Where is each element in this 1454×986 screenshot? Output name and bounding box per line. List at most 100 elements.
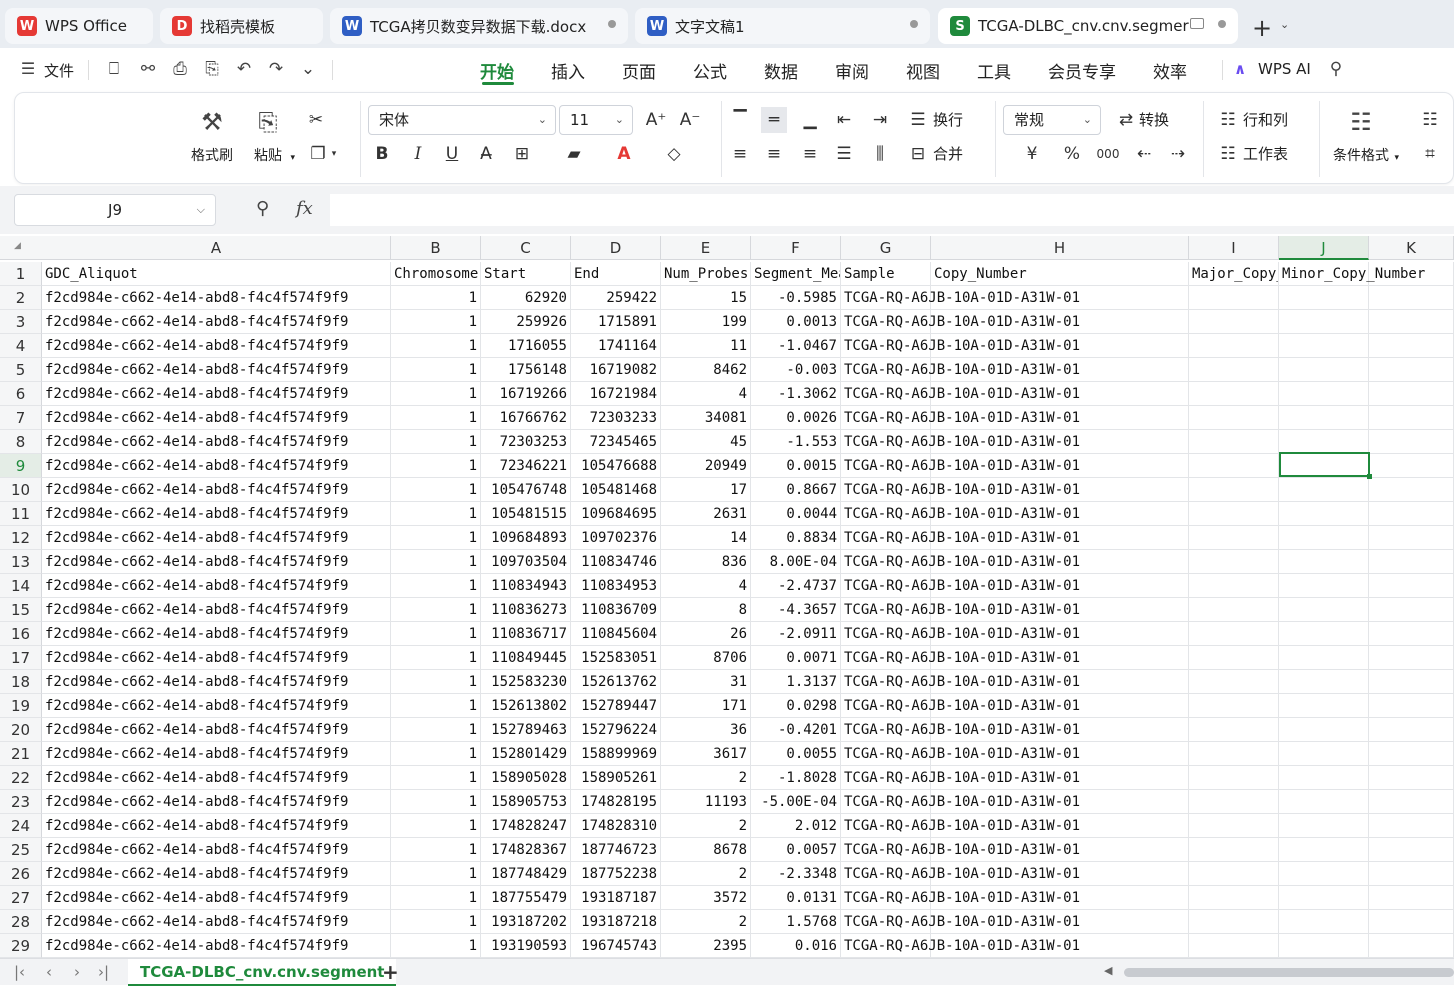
- cell-A16[interactable]: f2cd984e-c662-4e14-abd8-f4c4f574f9f9: [42, 622, 391, 646]
- cell-J18[interactable]: [1279, 670, 1369, 694]
- cell-F5[interactable]: -0.003: [751, 358, 841, 382]
- row-header[interactable]: 27: [0, 886, 42, 910]
- cell-B16[interactable]: 1: [391, 622, 481, 646]
- cell-A13[interactable]: f2cd984e-c662-4e14-abd8-f4c4f574f9f9: [42, 550, 391, 574]
- cell-B17[interactable]: 1: [391, 646, 481, 670]
- cell-K3[interactable]: [1369, 310, 1454, 334]
- cell-D21[interactable]: 158899969: [571, 742, 661, 766]
- cell-J20[interactable]: [1279, 718, 1369, 742]
- cell-D25[interactable]: 187746723: [571, 838, 661, 862]
- cell-F29[interactable]: 0.016: [751, 934, 841, 958]
- cell-K29[interactable]: [1369, 934, 1454, 958]
- cell-A22[interactable]: f2cd984e-c662-4e14-abd8-f4c4f574f9f9: [42, 766, 391, 790]
- cell-B24[interactable]: 1: [391, 814, 481, 838]
- cell-F8[interactable]: -1.553: [751, 430, 841, 454]
- cell-F15[interactable]: -4.3657: [751, 598, 841, 622]
- cell-E12[interactable]: 14: [661, 526, 751, 550]
- cell-C19[interactable]: 152613802: [481, 694, 571, 718]
- cell-D7[interactable]: 72303233: [571, 406, 661, 430]
- cell-E19[interactable]: 171: [661, 694, 751, 718]
- increase-indent-icon[interactable]: ⇥: [867, 107, 893, 133]
- cell-K15[interactable]: [1369, 598, 1454, 622]
- cell-G4[interactable]: TCGA-RQ-A6JB-10A-01D-A31W-01: [841, 334, 1080, 358]
- cell-B2[interactable]: 1: [391, 286, 481, 310]
- cell-K10[interactable]: [1369, 478, 1454, 502]
- cell-B29[interactable]: 1: [391, 934, 481, 958]
- cell-A1[interactable]: GDC_Aliquot: [42, 262, 391, 286]
- cell-K26[interactable]: [1369, 862, 1454, 886]
- cell-E16[interactable]: 26: [661, 622, 751, 646]
- cell-G5[interactable]: TCGA-RQ-A6JB-10A-01D-A31W-01: [841, 358, 1080, 382]
- column-header-G[interactable]: G: [841, 236, 931, 260]
- cell-G28[interactable]: TCGA-RQ-A6JB-10A-01D-A31W-01: [841, 910, 1080, 934]
- cell-C14[interactable]: 110834943: [481, 574, 571, 598]
- cell-D24[interactable]: 174828310: [571, 814, 661, 838]
- column-header-E[interactable]: E: [661, 236, 751, 260]
- cell-K25[interactable]: [1369, 838, 1454, 862]
- column-header-F[interactable]: F: [751, 236, 841, 260]
- cell-B6[interactable]: 1: [391, 382, 481, 406]
- cell-C9[interactable]: 72346221: [481, 454, 571, 478]
- cell-I16[interactable]: [1189, 622, 1279, 646]
- cell-E23[interactable]: 11193: [661, 790, 751, 814]
- cell-I1[interactable]: Major_Copy_Number: [1189, 262, 1279, 286]
- menu-9[interactable]: 效率: [1153, 58, 1187, 83]
- cell-J12[interactable]: [1279, 526, 1369, 550]
- cell-I4[interactable]: [1189, 334, 1279, 358]
- cell-C7[interactable]: 16766762: [481, 406, 571, 430]
- cell-I18[interactable]: [1189, 670, 1279, 694]
- menu-6[interactable]: 视图: [906, 58, 940, 83]
- cell-K1[interactable]: [1369, 262, 1454, 286]
- cell-A21[interactable]: f2cd984e-c662-4e14-abd8-f4c4f574f9f9: [42, 742, 391, 766]
- cell-F14[interactable]: -2.4737: [751, 574, 841, 598]
- italic-icon[interactable]: I: [405, 141, 431, 167]
- cell-C16[interactable]: 110836717: [481, 622, 571, 646]
- cell-F19[interactable]: 0.0298: [751, 694, 841, 718]
- cell-E8[interactable]: 45: [661, 430, 751, 454]
- cell-D2[interactable]: 259422: [571, 286, 661, 310]
- bold-icon[interactable]: B: [369, 141, 395, 167]
- cell-J28[interactable]: [1279, 910, 1369, 934]
- cell-B4[interactable]: 1: [391, 334, 481, 358]
- cell-D8[interactable]: 72345465: [571, 430, 661, 454]
- fill-color-icon[interactable]: ▰: [561, 141, 587, 167]
- cell-C28[interactable]: 193187202: [481, 910, 571, 934]
- cell-B9[interactable]: 1: [391, 454, 481, 478]
- cell-I19[interactable]: [1189, 694, 1279, 718]
- font-name-select[interactable]: 宋体 ⌄: [368, 105, 556, 135]
- cell-F18[interactable]: 1.3137: [751, 670, 841, 694]
- cell-F10[interactable]: 0.8667: [751, 478, 841, 502]
- cell-F4[interactable]: -1.0467: [751, 334, 841, 358]
- cell-K19[interactable]: [1369, 694, 1454, 718]
- add-sheet-icon[interactable]: +: [382, 960, 399, 984]
- row-header[interactable]: 19: [0, 694, 42, 718]
- menu-3[interactable]: 公式: [693, 58, 727, 83]
- convert-button[interactable]: 转换: [1139, 109, 1169, 130]
- row-header[interactable]: 15: [0, 598, 42, 622]
- cell-K17[interactable]: [1369, 646, 1454, 670]
- cell-G23[interactable]: TCGA-RQ-A6JB-10A-01D-A31W-01: [841, 790, 1080, 814]
- underline-icon[interactable]: U: [439, 141, 465, 167]
- cell-E25[interactable]: 8678: [661, 838, 751, 862]
- cell-C10[interactable]: 105476748: [481, 478, 571, 502]
- wrap-text-button[interactable]: 换行: [933, 109, 963, 130]
- cell-J29[interactable]: [1279, 934, 1369, 958]
- decrease-decimal-icon[interactable]: ⇢: [1165, 141, 1191, 167]
- cell-K21[interactable]: [1369, 742, 1454, 766]
- more-icon[interactable]: ⌄: [298, 59, 318, 79]
- cell-B23[interactable]: 1: [391, 790, 481, 814]
- close-tab-icon[interactable]: [608, 20, 616, 28]
- cell-C26[interactable]: 187748429: [481, 862, 571, 886]
- cell-J24[interactable]: [1279, 814, 1369, 838]
- cell-K7[interactable]: [1369, 406, 1454, 430]
- cell-C18[interactable]: 152583230: [481, 670, 571, 694]
- fx-icon[interactable]: fx: [296, 198, 313, 219]
- cell-G22[interactable]: TCGA-RQ-A6JB-10A-01D-A31W-01: [841, 766, 1080, 790]
- cell-J10[interactable]: [1279, 478, 1369, 502]
- prev-sheet-icon[interactable]: ‹: [46, 963, 52, 981]
- cell-I12[interactable]: [1189, 526, 1279, 550]
- crop-icon[interactable]: ⌗: [1417, 141, 1443, 167]
- tab-2[interactable]: W TCGA拷贝数变异数据下载.docx: [330, 8, 628, 44]
- cell-D10[interactable]: 105481468: [571, 478, 661, 502]
- format-painter-button[interactable]: ⚒ 格式刷: [191, 105, 233, 165]
